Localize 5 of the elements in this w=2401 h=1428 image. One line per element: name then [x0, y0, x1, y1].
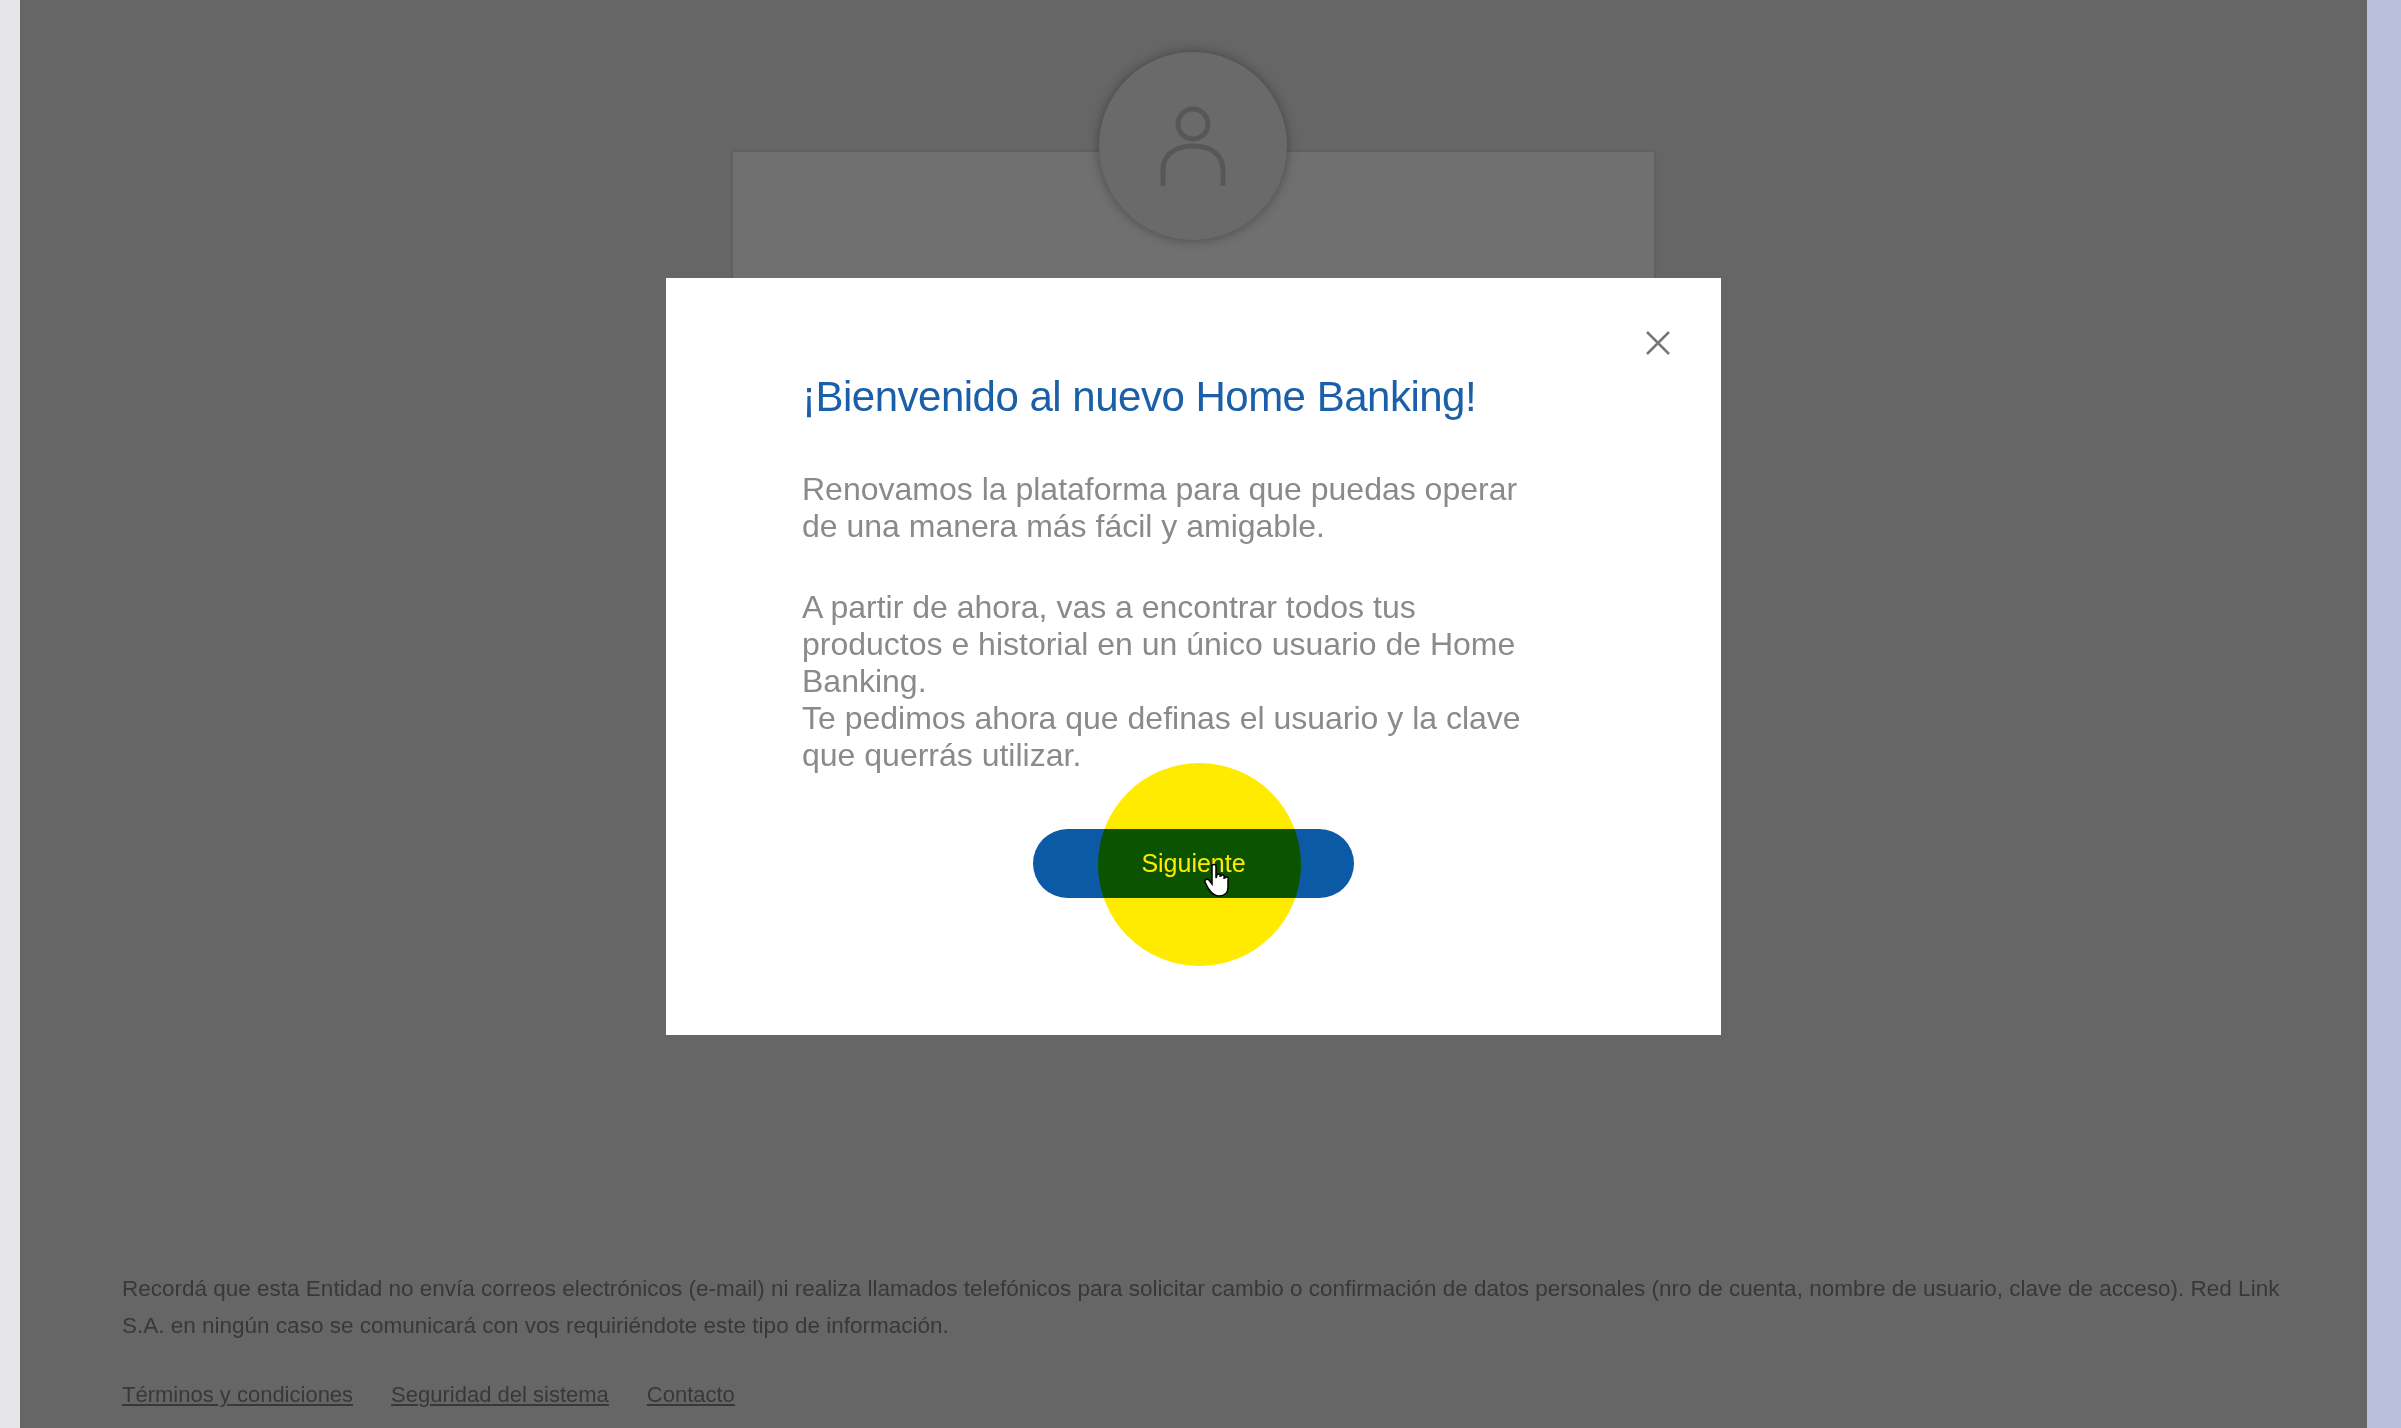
- close-icon[interactable]: [1645, 330, 1671, 356]
- dialog-text: Te pedimos ahora que definas el usuario y la clave que querrás utilizar.: [802, 700, 1522, 774]
- dialog-text: A partir de ahora, vas a encontrar todos tus productos e historial en un único usuario de Home Banking.: [802, 589, 1517, 700]
- dialog-text: Renovamos la plataforma para que puedas operar de una manera más fácil y amigable.: [802, 471, 1519, 545]
- dialog-title: ¡Bienvenido al nuevo Home Banking!: [802, 373, 1478, 421]
